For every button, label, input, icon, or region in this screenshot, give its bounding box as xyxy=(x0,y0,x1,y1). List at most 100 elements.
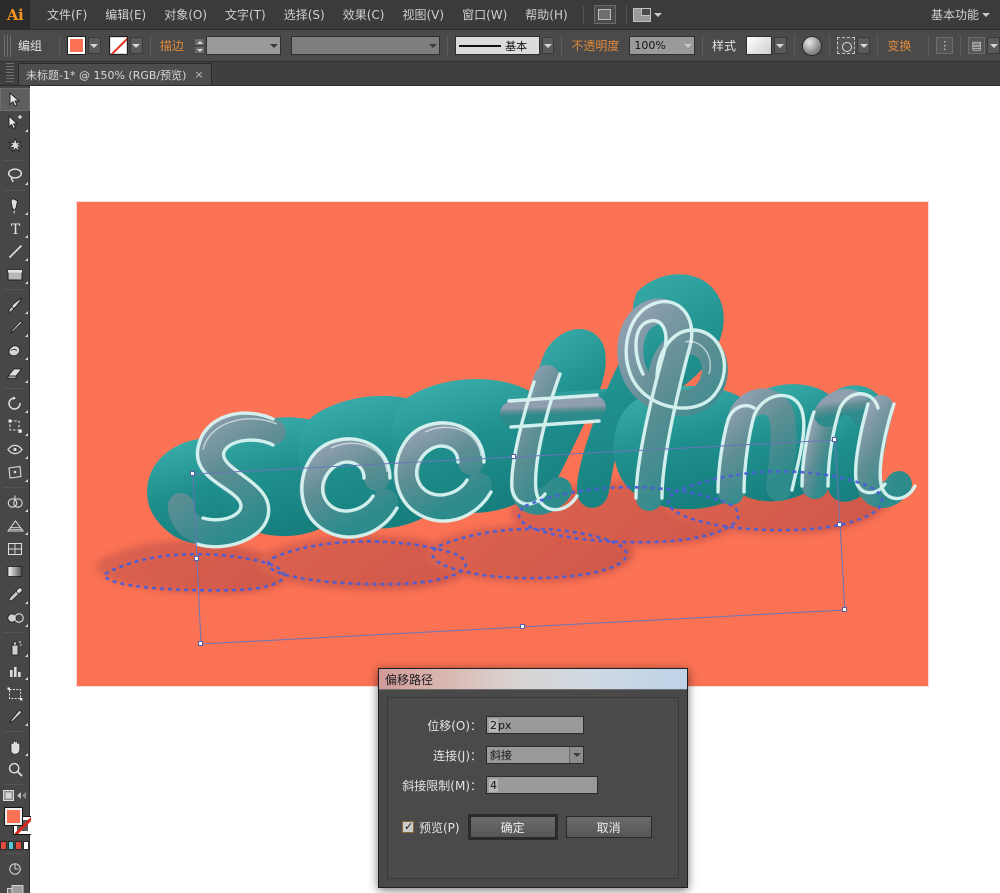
opacity-mask-icon[interactable] xyxy=(801,35,822,56)
divider-4 xyxy=(561,34,563,57)
scale-tool[interactable] xyxy=(0,415,30,438)
magic-wand-tool[interactable] xyxy=(0,134,30,157)
arrange-documents-button[interactable] xyxy=(632,7,662,22)
stroke-weight-input[interactable] xyxy=(205,36,282,55)
rotate-tool[interactable] xyxy=(0,392,30,415)
bridge-icon[interactable] xyxy=(593,5,616,24)
direct-selection-tool[interactable] xyxy=(0,111,30,134)
eraser-tool[interactable] xyxy=(0,362,30,385)
brush-dropdown-button[interactable] xyxy=(541,37,555,54)
artboard[interactable] xyxy=(77,202,928,686)
artboard-tool[interactable] xyxy=(0,682,30,705)
symbol-sprayer-tool[interactable] xyxy=(0,636,30,659)
pencil-tool[interactable] xyxy=(0,316,30,339)
blend-tool[interactable] xyxy=(0,606,30,629)
menu-help[interactable]: 帮助(H) xyxy=(516,2,576,27)
pen-tool[interactable] xyxy=(0,194,30,217)
graphic-style-swatch[interactable] xyxy=(745,36,772,55)
stroke-weight-stepper[interactable] xyxy=(193,37,205,54)
artwork-see-thru[interactable] xyxy=(77,202,928,686)
offset-path-dialog[interactable]: 偏移路径 位移(O)： 2 px 连接(J)： 斜接 斜接限制(M)： 4 ✓ … xyxy=(378,668,688,888)
document-tab[interactable]: 未标题-1* @ 150% (RGB/预览) × xyxy=(18,63,212,85)
menu-file[interactable]: 文件(F) xyxy=(38,2,96,27)
align-icon[interactable]: ⋮ xyxy=(936,37,954,54)
illustrator-window: Ai 文件(F) 编辑(E) 对象(O) 文字(T) 选择(S) 效果(C) 视… xyxy=(0,0,1000,893)
divider-5 xyxy=(701,34,703,57)
eyedropper-tool[interactable] xyxy=(0,583,30,606)
gradient-button[interactable] xyxy=(7,841,14,850)
drawing-modes-row[interactable] xyxy=(0,788,29,802)
stroke-dropdown-button[interactable] xyxy=(129,37,143,54)
menu-view[interactable]: 视图(V) xyxy=(393,2,453,27)
none-button[interactable] xyxy=(22,841,29,850)
width-tool[interactable] xyxy=(0,438,30,461)
style-dropdown-button[interactable] xyxy=(773,37,787,54)
stroke-control[interactable] xyxy=(108,36,143,55)
fill-swatch[interactable] xyxy=(66,36,86,55)
chevron-down-icon-profile xyxy=(429,43,438,48)
opacity-input[interactable]: 100% xyxy=(629,36,695,55)
divider-10 xyxy=(960,34,962,57)
tab-bar-grip[interactable] xyxy=(6,63,14,83)
variable-width-profile-select[interactable] xyxy=(291,36,441,55)
chevron-down-icon-workspace xyxy=(982,12,990,17)
color-button-2[interactable] xyxy=(15,841,22,850)
miter-limit-input[interactable]: 4 xyxy=(486,776,598,794)
arrange-icon[interactable]: ▤ xyxy=(968,37,986,54)
transform-label[interactable]: 变换 xyxy=(887,37,911,54)
screen-mode-icon xyxy=(17,791,26,799)
dialog-title: 偏移路径 xyxy=(385,672,434,687)
brush-definition-select[interactable]: 基本 xyxy=(455,36,540,55)
menu-edit[interactable]: 编辑(E) xyxy=(96,2,155,27)
document-tab-title: 未标题-1* @ 150% (RGB/预览) xyxy=(26,68,187,82)
shape-builder-tool[interactable] xyxy=(0,491,30,514)
type-tool[interactable]: T xyxy=(0,217,30,240)
fill-control[interactable] xyxy=(66,36,101,55)
selection-tool[interactable] xyxy=(0,88,30,111)
gradient-tool[interactable] xyxy=(0,560,30,583)
join-select[interactable]: 斜接 xyxy=(486,746,584,764)
menu-effect[interactable]: 效果(C) xyxy=(334,2,394,27)
control-bar-grip[interactable] xyxy=(4,34,11,57)
chevron-down-icon-join[interactable] xyxy=(569,747,583,763)
divider-8 xyxy=(877,34,879,57)
color-mode-row[interactable] xyxy=(0,841,29,850)
recolor-artwork-icon[interactable] xyxy=(836,37,856,54)
stroke-swatch-none-icon[interactable] xyxy=(108,36,128,55)
recolor-dropdown-button[interactable] xyxy=(857,37,871,54)
chevron-down-icon-opacity xyxy=(683,43,692,48)
screen-mode-icon[interactable] xyxy=(0,880,30,893)
blob-brush-tool[interactable] xyxy=(0,339,30,362)
preview-checkbox-wrap[interactable]: 预览(P) xyxy=(402,819,460,836)
rectangle-tool[interactable] xyxy=(0,263,30,286)
fill-dropdown-button[interactable] xyxy=(87,37,101,54)
fill-stroke-indicator[interactable] xyxy=(0,805,32,839)
menu-type[interactable]: 文字(T) xyxy=(216,2,275,27)
mesh-tool[interactable] xyxy=(0,537,30,560)
tools-divider-3 xyxy=(4,289,25,290)
fill-color-swatch[interactable] xyxy=(4,807,23,826)
color-button[interactable] xyxy=(0,841,7,850)
paintbrush-tool[interactable] xyxy=(0,293,30,316)
menu-object[interactable]: 对象(O) xyxy=(155,2,216,27)
arrange-dropdown-button[interactable] xyxy=(987,37,1000,54)
zoom-tool[interactable] xyxy=(0,758,30,781)
preview-checkbox[interactable] xyxy=(402,820,414,834)
draw-mode-icon[interactable] xyxy=(0,857,30,880)
column-graph-tool[interactable] xyxy=(0,659,30,682)
workspace-switcher[interactable]: 基本功能 xyxy=(931,6,1000,23)
free-transform-tool[interactable] xyxy=(0,461,30,484)
line-segment-tool[interactable] xyxy=(0,240,30,263)
hand-tool[interactable] xyxy=(0,735,30,758)
menu-select[interactable]: 选择(S) xyxy=(275,2,334,27)
lasso-tool[interactable] xyxy=(0,164,30,187)
menu-window[interactable]: 窗口(W) xyxy=(453,2,516,27)
ok-button[interactable]: 确定 xyxy=(469,816,556,838)
cancel-button[interactable]: 取消 xyxy=(565,816,652,838)
close-icon[interactable]: × xyxy=(194,69,203,80)
selection-type-label: 编组 xyxy=(17,39,42,53)
offset-input[interactable]: 2 px xyxy=(486,716,584,734)
slice-tool[interactable] xyxy=(0,705,30,728)
perspective-grid-tool[interactable] xyxy=(0,514,30,537)
dialog-title-bar[interactable]: 偏移路径 xyxy=(379,669,687,690)
